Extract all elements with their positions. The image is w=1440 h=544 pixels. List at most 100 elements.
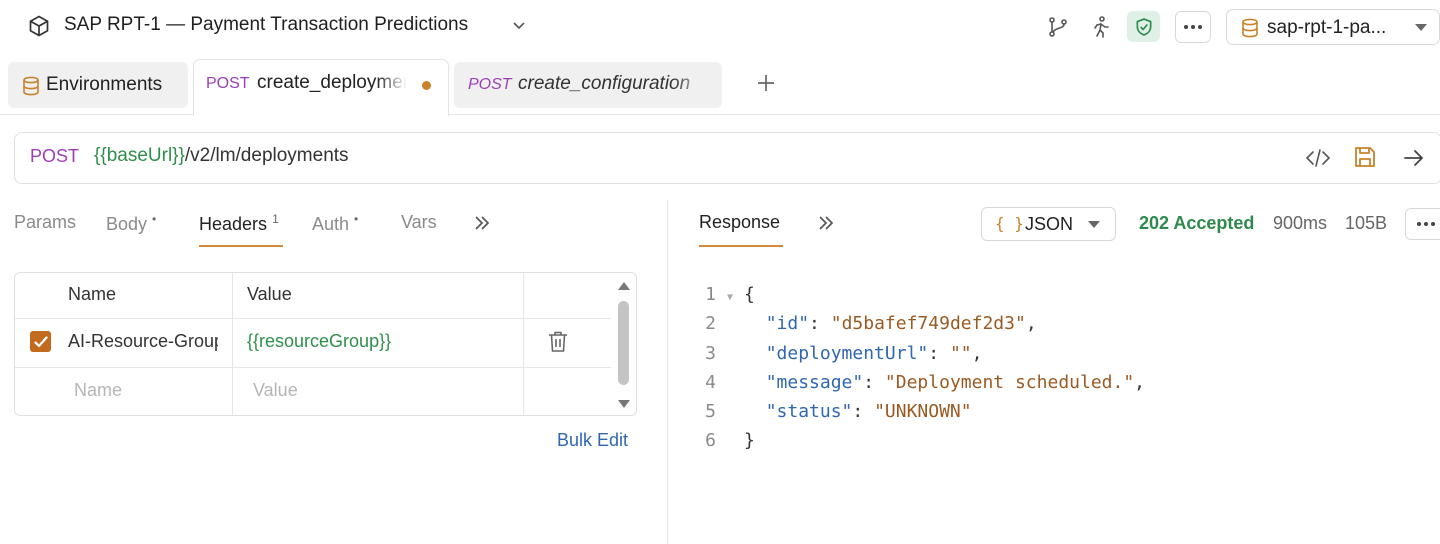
git-branch-icon[interactable]: [1046, 15, 1070, 39]
tab-method: POST: [206, 75, 250, 92]
tab-params[interactable]: Params: [14, 212, 76, 233]
url-variable: {{baseUrl}}: [94, 145, 185, 166]
tab-body-label: Body: [106, 214, 148, 234]
url-path: /v2/lm/deployments: [184, 145, 349, 166]
braces-icon: { }: [995, 214, 1024, 233]
tab-response[interactable]: Response: [699, 212, 780, 233]
column-header-value: Value: [247, 284, 292, 304]
tab-label: create_configuration: [518, 73, 691, 94]
table-divider: [232, 273, 233, 415]
new-header-value-input[interactable]: Value: [253, 380, 298, 401]
arrow-right-icon[interactable]: [1402, 146, 1426, 170]
unsaved-dot: [422, 81, 431, 90]
tab-headers[interactable]: Headers 1: [199, 212, 279, 235]
tab-headers-label: Headers: [199, 214, 268, 234]
response-size: 105B: [1345, 213, 1388, 233]
tab-create-deployment[interactable]: POST create_deployment: [193, 59, 449, 116]
json-key: "id": [765, 313, 810, 335]
line-number: 5: [705, 401, 716, 423]
table-divider: [523, 273, 524, 415]
more-icon: [1416, 221, 1436, 227]
pane-divider[interactable]: [667, 200, 668, 544]
header-value-cell[interactable]: {{resourceGroup}}: [247, 331, 391, 352]
code-line: 6}: [698, 426, 1145, 455]
more-icon: [1183, 24, 1203, 30]
active-tab-indicator: [199, 245, 283, 247]
json-value: "d5bafef749def2d3": [830, 313, 1026, 335]
tab-vars[interactable]: Vars: [401, 212, 437, 233]
column-header-name: Name: [68, 284, 117, 304]
tab-auth-label: Auth: [312, 214, 350, 234]
line-number: 2: [705, 313, 716, 335]
json-key: "status": [765, 401, 853, 423]
plus-icon[interactable]: [755, 72, 777, 94]
new-header-name-input[interactable]: Name: [74, 380, 122, 401]
double-chevron-right-icon[interactable]: [472, 214, 492, 232]
trash-icon[interactable]: [547, 330, 569, 354]
cube-icon: [27, 14, 51, 38]
database-icon: [22, 76, 40, 96]
chevron-down-icon[interactable]: [510, 16, 528, 34]
code-line: 1 ▼{: [698, 280, 1145, 309]
check-icon: [33, 335, 48, 348]
tab-label: create_deployment: [257, 72, 407, 93]
tab-body-indicator: •: [152, 212, 157, 226]
line-number: 6: [705, 430, 716, 452]
line-number: 3: [705, 342, 716, 364]
tab-body[interactable]: Body •: [106, 212, 156, 235]
tab-headers-count: 1: [272, 212, 279, 226]
scrollbar-thumb[interactable]: [618, 301, 629, 385]
code-icon[interactable]: [1305, 146, 1331, 170]
response-format-label: JSON: [1025, 214, 1074, 234]
table-divider: [15, 318, 611, 319]
request-method[interactable]: POST: [30, 146, 79, 167]
bulk-edit-link[interactable]: Bulk Edit: [557, 430, 628, 451]
more-options-button[interactable]: [1175, 11, 1211, 43]
response-more-button[interactable]: [1405, 208, 1440, 240]
tab-environments-label: Environments: [46, 74, 163, 95]
line-number: 1: [705, 284, 716, 305]
shield-check-button[interactable]: [1127, 11, 1160, 42]
json-brace: }: [744, 430, 755, 452]
json-value: "Deployment scheduled.": [884, 371, 1135, 393]
json-value: "": [949, 342, 972, 364]
active-tab-indicator: [699, 245, 783, 247]
header-name-cell[interactable]: AI-Resource-Group: [68, 331, 218, 352]
json-value: "UNKNOWN": [874, 401, 972, 423]
double-chevron-right-icon[interactable]: [816, 214, 836, 232]
scrollbar[interactable]: [613, 273, 635, 415]
code-line: 3 "deploymentUrl": "",: [698, 339, 1145, 368]
request-url-input[interactable]: {{baseUrl}}/v2/lm/deployments: [94, 145, 349, 167]
tab-auth[interactable]: Auth •: [312, 212, 358, 235]
table-divider: [15, 367, 611, 368]
shield-check-icon: [1134, 17, 1154, 37]
collection-title[interactable]: SAP RPT-1 — Payment Transaction Predicti…: [64, 14, 468, 36]
environment-select-label: sap-rpt-1-pa...: [1267, 17, 1387, 38]
caret-down-icon: [1415, 24, 1427, 32]
fold-icon[interactable]: ▼: [716, 283, 744, 312]
response-body[interactable]: 1 ▼{ 2 "id": "d5bafef749def2d3", 3 "deplo…: [698, 280, 1145, 456]
tab-method: POST: [468, 76, 512, 93]
response-status: 202 Accepted: [1139, 213, 1255, 233]
code-line: 2 "id": "d5bafef749def2d3",: [698, 309, 1145, 338]
run-icon[interactable]: [1088, 15, 1112, 39]
tab-environments[interactable]: Environments: [8, 62, 188, 108]
database-icon: [1241, 18, 1259, 38]
scroll-down-icon[interactable]: [618, 399, 630, 409]
code-line: 4 "message": "Deployment scheduled.",: [698, 368, 1145, 397]
header-enabled-checkbox[interactable]: [30, 331, 51, 352]
json-key: "message": [765, 371, 864, 393]
json-key: "deploymentUrl": [765, 342, 929, 364]
response-format-select[interactable]: { } JSON: [981, 207, 1116, 241]
tab-create-configuration[interactable]: POST create_configuration: [454, 62, 722, 108]
response-time: 900ms: [1273, 213, 1328, 233]
json-brace: {: [744, 284, 755, 305]
caret-down-icon: [1088, 221, 1100, 229]
scroll-up-icon[interactable]: [618, 281, 630, 291]
line-number: 4: [705, 371, 716, 393]
headers-table: Name Value AI-Resource-Group {{resourceG…: [14, 272, 637, 416]
tab-auth-indicator: •: [354, 212, 359, 226]
environment-select[interactable]: sap-rpt-1-pa...: [1226, 9, 1440, 45]
code-line: 5 "status": "UNKNOWN": [698, 397, 1145, 426]
save-icon[interactable]: [1353, 145, 1377, 169]
